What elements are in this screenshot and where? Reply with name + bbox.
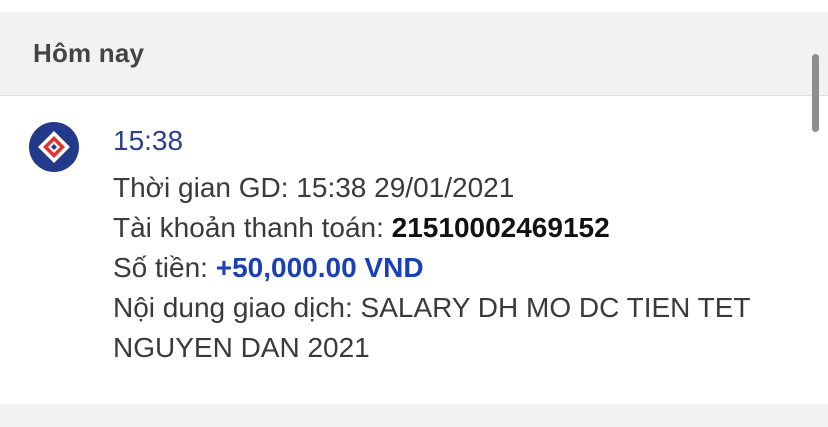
section-header: Hôm nay [0,12,828,96]
transaction-time-line: Thời gian GD: 15:38 29/01/2021 [113,168,788,208]
content-label: Nội dung giao dịch: [113,292,361,323]
section-title: Hôm nay [33,38,145,68]
account-label: Tài khoản thanh toán: [113,212,392,243]
amount-line: Số tiền: +50,000.00 VND [113,248,788,288]
transaction-time-value: 15:38 29/01/2021 [296,172,515,203]
transaction-time-label: Thời gian GD: [113,172,297,203]
next-item-strip [0,404,828,427]
notification-list-screen: Hôm nay 15:38 Thời gian GD: 15:38 29/01/… [0,0,828,427]
amount-value: +50,000.00 VND [215,252,424,283]
account-line: Tài khoản thanh toán: 21510002469152 [113,208,788,248]
content-line: Nội dung giao dịch: SALARY DH MO DC TIEN… [113,288,753,368]
bidv-diamond-logo-icon [29,122,79,172]
account-number: 21510002469152 [391,212,610,243]
scrollbar-thumb[interactable] [812,54,819,132]
notification-body: 15:38 Thời gian GD: 15:38 29/01/2021 Tài… [113,124,788,368]
notification-time: 15:38 [113,125,184,156]
notification-item[interactable]: 15:38 Thời gian GD: 15:38 29/01/2021 Tài… [0,96,828,404]
amount-label: Số tiền: [113,252,216,283]
top-strip [0,0,828,12]
